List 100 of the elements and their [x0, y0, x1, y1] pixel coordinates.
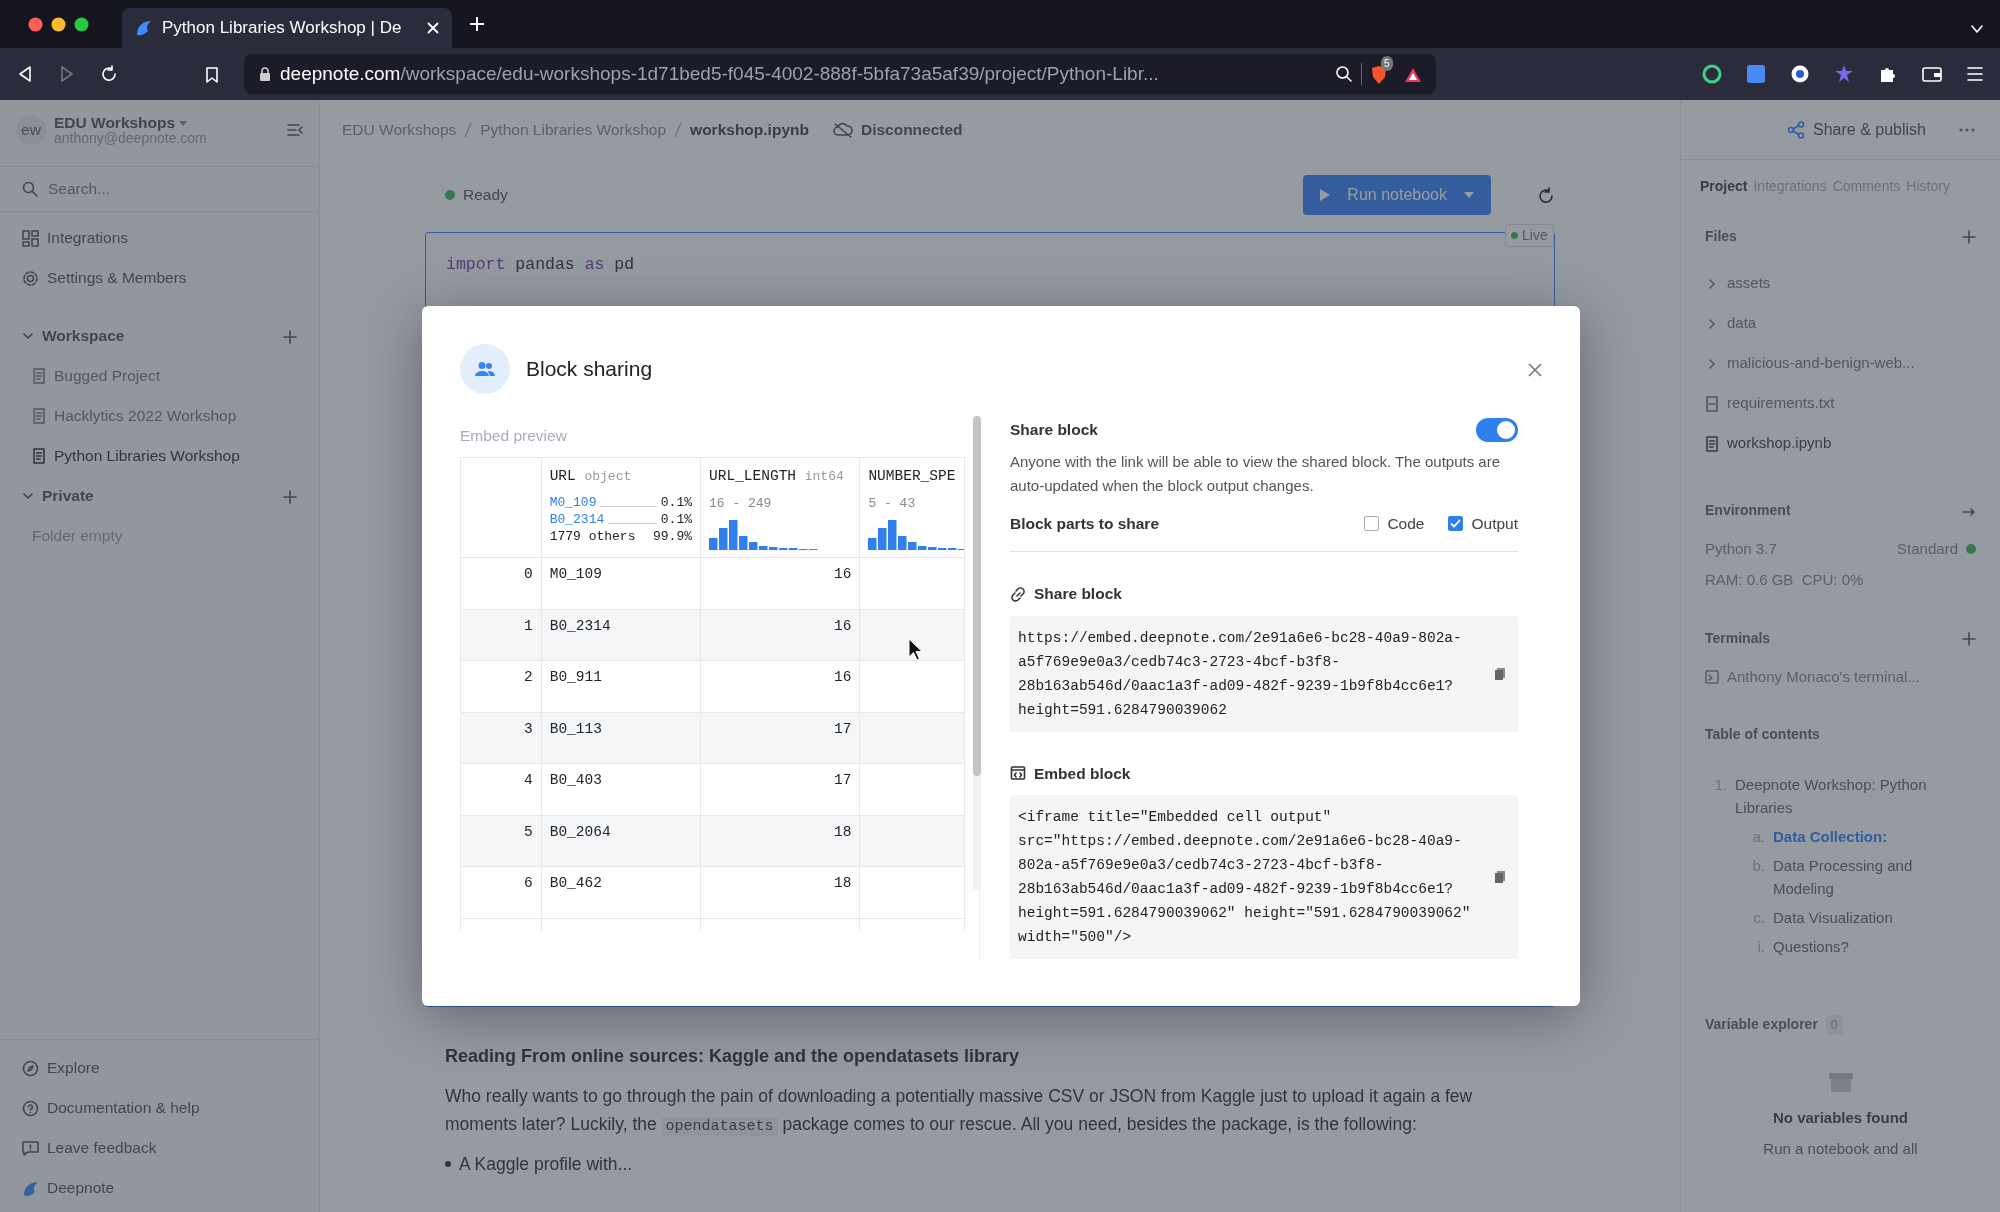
- section-header[interactable]: Private: [22, 484, 94, 508]
- section-heading: Reading From online sources: Kaggle and the opendatasets library: [445, 1045, 1021, 1068]
- checkbox[interactable]: Output: [1448, 512, 1518, 536]
- panel-tab[interactable]: Project: [1697, 176, 1751, 197]
- chevron-right-icon: [1706, 277, 1718, 290]
- browser-tab[interactable]: Python Libraries Workshop | De: [122, 8, 452, 48]
- section-header[interactable]: Workspace: [22, 324, 125, 348]
- project-item[interactable]: Hacklytics 2022 Workshop: [0, 396, 319, 436]
- copy-icon[interactable]: [1494, 869, 1506, 884]
- breadcrumb[interactable]: Python Libraries Workshop: [480, 118, 667, 142]
- code-line: import pandas as pd: [446, 254, 636, 276]
- file-item[interactable]: assets: [1705, 263, 1976, 304]
- toggle-switch[interactable]: [1476, 418, 1518, 442]
- bullet-item: A Kaggle profile with...: [459, 1153, 633, 1176]
- sidebar-item[interactable]: Documentation & help: [0, 1088, 319, 1128]
- code-snippet: https://embed.deepnote.com/2e91a6e6-bc28-40a9-802a- a5f769e9e0a3/cedb74c3-2723-4bcf-b3f8- 28b163ab546d/0aac1a3f-ad09-482f-9239-1b9f8b4cc6e1? height=591.6284790039062: [1018, 628, 1462, 720]
- column-header[interactable]: URL_LENGTH int64: [709, 466, 852, 488]
- toc-item[interactable]: Data Visualization: [1773, 906, 1893, 929]
- bullet-icon: [445, 1161, 451, 1168]
- add-icon[interactable]: [283, 330, 297, 345]
- column-header[interactable]: NUMBER_SPE: [868, 466, 956, 488]
- add-icon[interactable]: [1962, 230, 1976, 245]
- category-value[interactable]: M0_109: [549, 494, 597, 511]
- wallet-icon[interactable]: [1922, 65, 1942, 83]
- add-icon[interactable]: [283, 490, 297, 505]
- triangle-icon[interactable]: [1404, 66, 1422, 83]
- settings-icon: [22, 269, 39, 287]
- row-index: 6: [524, 875, 533, 892]
- panel-section-title: Table of contents: [1705, 725, 1821, 744]
- breadcrumb[interactable]: EDU Workshops: [342, 118, 457, 142]
- share-icon: [1787, 120, 1806, 139]
- toc-item[interactable]: Deepnote Workshop: Python Libraries: [1735, 773, 1976, 819]
- connection-status[interactable]: Disconnected: [824, 118, 971, 142]
- toc-item[interactable]: Questions?: [1773, 935, 1849, 958]
- category-share: 99.9%: [653, 528, 692, 545]
- sidebar-item[interactable]: Leave feedback: [0, 1128, 319, 1168]
- cloud-offline-icon: [832, 122, 853, 138]
- search-field[interactable]: Search...: [46, 176, 246, 202]
- menu-icon[interactable]: [1966, 65, 1984, 83]
- more-icon[interactable]: [1958, 127, 1976, 134]
- back-icon[interactable]: [16, 65, 34, 83]
- help-icon: [22, 1099, 39, 1117]
- workspace-avatar: ew: [16, 115, 46, 145]
- row-index: 3: [524, 720, 533, 737]
- sidebar-item[interactable]: Explore: [0, 1048, 319, 1088]
- embed-preview-label: Embed preview: [460, 426, 568, 446]
- terminal-item[interactable]: Anthony Monaco's terminal...: [1705, 665, 1976, 688]
- grid-icon: [22, 229, 39, 247]
- scrollbar-thumb[interactable]: [973, 416, 981, 776]
- table-cell: 16: [834, 566, 852, 583]
- table-cell: 17: [834, 772, 852, 789]
- project-item[interactable]: Python Libraries Workshop: [0, 436, 319, 476]
- maximize-window-icon[interactable]: [74, 17, 89, 32]
- ring-icon[interactable]: [1702, 64, 1722, 84]
- new-tab-icon[interactable]: [468, 14, 486, 33]
- breadcrumb[interactable]: workshop.ipynb: [690, 118, 809, 142]
- column-header[interactable]: URL object: [549, 466, 692, 488]
- parts-label: Block parts to share: [1010, 514, 1160, 534]
- sidebar-item[interactable]: Integrations: [0, 218, 319, 258]
- lock-icon: [258, 66, 272, 82]
- tab-title: Python Libraries Workshop | De: [162, 17, 403, 40]
- sidebar-item[interactable]: Deepnote: [0, 1168, 319, 1208]
- file-item[interactable]: requirements.txt: [1705, 383, 1976, 424]
- address-bar[interactable]: deepnote.com/workspace/edu-workshops-1d71bed5-f045-4002-888f-5bfa73a5af39/project/Python-Libr... 5: [244, 54, 1436, 94]
- file-item[interactable]: data: [1705, 303, 1976, 344]
- row-index: 0: [524, 566, 533, 583]
- collapse-sidebar-icon[interactable]: [287, 123, 303, 137]
- file-item[interactable]: malicious-and-benign-web...: [1705, 343, 1976, 384]
- document-icon: [32, 448, 46, 464]
- text-file-icon: [1705, 395, 1719, 412]
- sidebar-item[interactable]: Settings & Members: [0, 258, 319, 298]
- table-cell: B0_911: [549, 669, 602, 686]
- row-index: 2: [524, 669, 533, 686]
- share-publish-button[interactable]: Share & publish: [1787, 117, 1926, 142]
- table-cell: B0_113: [549, 720, 602, 737]
- toc-item[interactable]: Data Processing and Modeling: [1773, 854, 1976, 900]
- table-cell: 18: [834, 875, 852, 892]
- project-item[interactable]: Bugged Project: [0, 356, 319, 396]
- zoom-icon[interactable]: [1335, 65, 1353, 83]
- run-notebook-button[interactable]: Run notebook: [1303, 175, 1491, 215]
- description: Anyone with the link will be able to view the shared block. The outputs are auto-updated when the block output changes.: [1010, 452, 1501, 496]
- copy-icon[interactable]: [1494, 666, 1506, 681]
- shield-count-badge: 5: [1381, 55, 1393, 71]
- refresh-icon[interactable]: [1537, 186, 1555, 205]
- empty-state-title: No variables found: [1773, 1108, 1908, 1128]
- slash-separator-icon: [674, 122, 683, 138]
- minimize-window-icon[interactable]: [51, 17, 66, 32]
- reload-icon[interactable]: [100, 65, 118, 83]
- workspace-name[interactable]: EDU Workshops: [54, 113, 279, 131]
- scrollbar[interactable]: [973, 416, 981, 890]
- category-value[interactable]: B0_2314: [549, 511, 605, 528]
- add-icon[interactable]: [1962, 632, 1976, 647]
- bookmark-icon[interactable]: [204, 65, 220, 84]
- forward-icon[interactable]: [58, 65, 76, 83]
- toc-item[interactable]: Data Collection:: [1773, 825, 1888, 848]
- checkbox[interactable]: Code: [1364, 512, 1425, 536]
- close-window-icon[interactable]: [28, 17, 43, 32]
- file-item[interactable]: workshop.ipynb: [1705, 423, 1976, 464]
- table-cell: 17: [834, 720, 852, 737]
- value-range: 16 - 249: [709, 495, 773, 513]
